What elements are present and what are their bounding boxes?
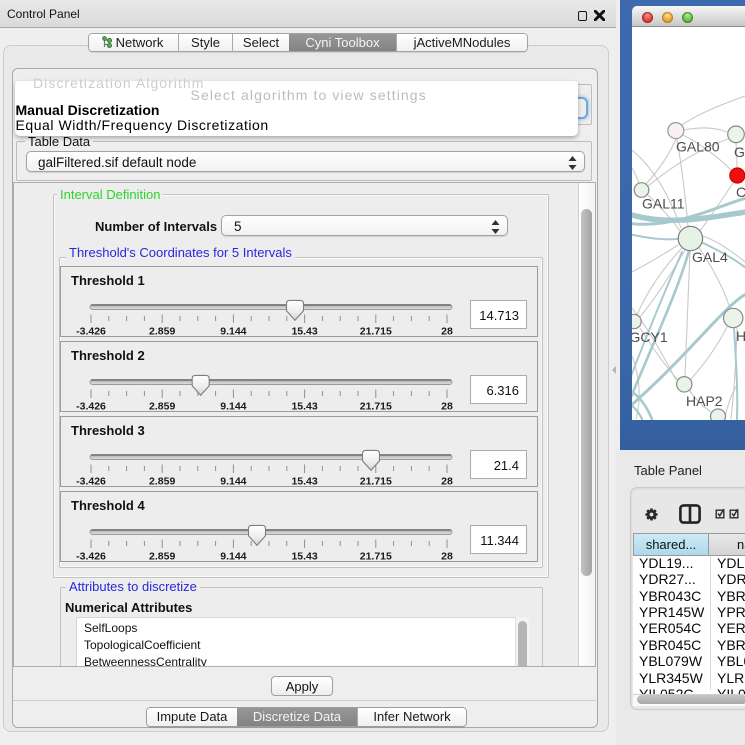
svg-text:15.43: 15.43 [291,326,317,338]
svg-text:-3.426: -3.426 [76,401,106,413]
svg-text:28: 28 [441,551,453,563]
svg-text:21.715: 21.715 [360,326,392,338]
svg-text:28: 28 [441,476,453,488]
svg-text:9.144: 9.144 [220,326,246,338]
svg-text:-3.426: -3.426 [76,551,106,563]
svg-text:21.715: 21.715 [360,551,392,563]
svg-text:21.715: 21.715 [360,476,392,488]
svg-text:9.144: 9.144 [220,551,246,563]
svg-text:2.859: 2.859 [149,326,175,338]
svg-text:2.859: 2.859 [149,551,175,563]
svg-text:15.43: 15.43 [291,551,317,563]
svg-text:GAL80: GAL80 [676,139,720,155]
svg-text:GA: GA [734,144,745,160]
svg-text:28: 28 [441,401,453,413]
svg-text:15.43: 15.43 [291,476,317,488]
svg-text:21.715: 21.715 [360,401,392,413]
svg-text:9.144: 9.144 [220,476,246,488]
svg-text:C: C [736,184,745,200]
svg-text:-3.426: -3.426 [76,476,106,488]
svg-text:H: H [736,328,745,344]
svg-text:HAP2: HAP2 [686,393,723,409]
svg-text:2.859: 2.859 [149,476,175,488]
svg-text:28: 28 [441,326,453,338]
svg-text:-3.426: -3.426 [76,326,106,338]
svg-text:2.859: 2.859 [149,401,175,413]
svg-text:15.43: 15.43 [291,401,317,413]
svg-text:9.144: 9.144 [220,401,246,413]
svg-text:GAL4: GAL4 [692,249,728,265]
svg-text:GCY1: GCY1 [632,329,668,345]
svg-text:GAL11: GAL11 [642,196,685,212]
